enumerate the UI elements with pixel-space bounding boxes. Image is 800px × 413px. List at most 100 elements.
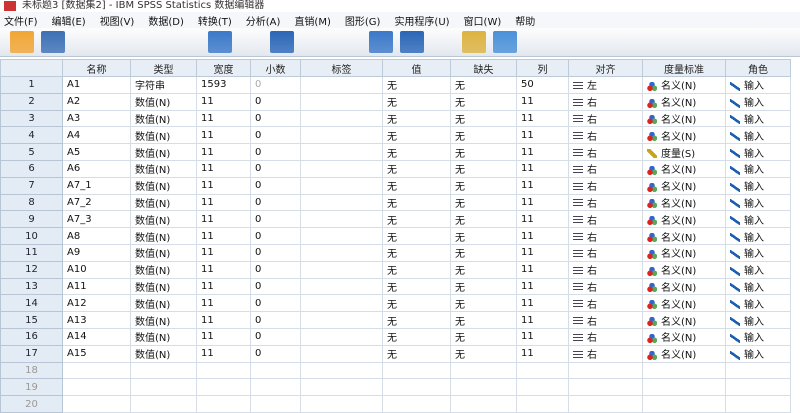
- insert-variable-icon[interactable]: [369, 31, 393, 53]
- row-number[interactable]: 6: [0, 159, 63, 178]
- empty-cell[interactable]: [725, 395, 791, 413]
- menu-item[interactable]: 数据(D): [148, 13, 184, 28]
- row-number[interactable]: 18: [0, 361, 63, 380]
- cell-width[interactable]: 11: [196, 159, 251, 178]
- cell-role[interactable]: 输入: [725, 344, 791, 363]
- select-cases-icon[interactable]: [462, 31, 486, 53]
- cell-cols[interactable]: 11: [516, 176, 569, 195]
- cell-type[interactable]: 数值(N): [130, 344, 197, 363]
- cell-name[interactable]: A9: [62, 243, 131, 262]
- empty-cell[interactable]: [450, 378, 517, 397]
- cell-label[interactable]: [300, 126, 383, 145]
- cell-measure[interactable]: 名义(N): [642, 294, 726, 313]
- cell-align[interactable]: 右: [568, 344, 643, 363]
- cell-cols[interactable]: 11: [516, 193, 569, 212]
- empty-cell[interactable]: [568, 378, 643, 397]
- menu-item[interactable]: 直销(M): [294, 13, 330, 28]
- spelling-icon[interactable]: [586, 31, 610, 53]
- row-number[interactable]: 9: [0, 210, 63, 229]
- cell-dec[interactable]: 0: [250, 92, 301, 111]
- show-all-icon[interactable]: [555, 31, 579, 53]
- empty-cell[interactable]: [196, 378, 251, 397]
- cell-type[interactable]: 数值(N): [130, 109, 197, 128]
- cell-measure[interactable]: 名义(N): [642, 92, 726, 111]
- dialog-recall-icon[interactable]: [109, 31, 133, 53]
- empty-cell[interactable]: [516, 361, 569, 380]
- cell-measure[interactable]: 名义(N): [642, 210, 726, 229]
- cell-align[interactable]: 右: [568, 243, 643, 262]
- row-number[interactable]: 13: [0, 277, 63, 296]
- cell-width[interactable]: 11: [196, 327, 251, 346]
- cell-label[interactable]: [300, 227, 383, 245]
- cell-role[interactable]: 输入: [725, 143, 791, 161]
- variables-icon[interactable]: [270, 31, 294, 53]
- weight-cases-icon[interactable]: [431, 31, 455, 53]
- row-number[interactable]: 4: [0, 126, 63, 145]
- cell-type[interactable]: 数值(N): [130, 327, 197, 346]
- row-number[interactable]: 16: [0, 327, 63, 346]
- empty-cell[interactable]: [642, 361, 726, 380]
- cell-type[interactable]: 数值(N): [130, 277, 197, 296]
- cell-measure[interactable]: 名义(N): [642, 76, 726, 94]
- cell-measure[interactable]: 名义(N): [642, 126, 726, 145]
- find-icon[interactable]: [307, 31, 331, 53]
- menu-item[interactable]: 编辑(E): [52, 13, 86, 28]
- cell-name[interactable]: A4: [62, 126, 131, 145]
- cell-role[interactable]: 输入: [725, 126, 791, 145]
- cell-name[interactable]: A13: [62, 311, 131, 329]
- cell-label[interactable]: [300, 143, 383, 161]
- cell-missing[interactable]: 无: [450, 109, 517, 128]
- redo-icon[interactable]: [171, 31, 195, 53]
- cell-align[interactable]: 右: [568, 159, 643, 178]
- cell-name[interactable]: A11: [62, 277, 131, 296]
- cell-cols[interactable]: 11: [516, 159, 569, 178]
- cell-missing[interactable]: 无: [450, 193, 517, 212]
- cell-name[interactable]: A8: [62, 227, 131, 245]
- empty-cell[interactable]: [62, 378, 131, 397]
- save-icon[interactable]: [41, 31, 65, 53]
- empty-cell[interactable]: [250, 395, 301, 413]
- cell-dec[interactable]: 0: [250, 210, 301, 229]
- cell-role[interactable]: 输入: [725, 193, 791, 212]
- column-header[interactable]: 值: [382, 59, 451, 77]
- cell-values[interactable]: 无: [382, 92, 451, 111]
- menu-item[interactable]: 视图(V): [100, 13, 135, 28]
- undo-icon[interactable]: [140, 31, 164, 53]
- cell-measure[interactable]: 名义(N): [642, 344, 726, 363]
- menu-item[interactable]: 文件(F): [4, 13, 38, 28]
- empty-cell[interactable]: [300, 395, 383, 413]
- cell-type[interactable]: 数值(N): [130, 159, 197, 178]
- cell-cols[interactable]: 11: [516, 277, 569, 296]
- cell-values[interactable]: 无: [382, 126, 451, 145]
- cell-align[interactable]: 左: [568, 76, 643, 94]
- cell-role[interactable]: 输入: [725, 210, 791, 229]
- cell-label[interactable]: [300, 193, 383, 212]
- column-header[interactable]: 角色: [725, 59, 791, 77]
- empty-cell[interactable]: [642, 395, 726, 413]
- cell-values[interactable]: 无: [382, 277, 451, 296]
- goto-variable-icon[interactable]: [239, 31, 263, 53]
- cell-name[interactable]: A3: [62, 109, 131, 128]
- cell-values[interactable]: 无: [382, 193, 451, 212]
- cell-width[interactable]: 1593: [196, 76, 251, 94]
- empty-cell[interactable]: [300, 361, 383, 380]
- cell-align[interactable]: 右: [568, 176, 643, 195]
- empty-cell[interactable]: [382, 361, 451, 380]
- cell-align[interactable]: 右: [568, 294, 643, 313]
- cell-cols[interactable]: 50: [516, 76, 569, 94]
- cell-role[interactable]: 输入: [725, 243, 791, 262]
- cell-cols[interactable]: 11: [516, 260, 569, 279]
- empty-cell[interactable]: [250, 378, 301, 397]
- cell-name[interactable]: A15: [62, 344, 131, 363]
- cell-cols[interactable]: 11: [516, 311, 569, 329]
- column-header[interactable]: 名称: [62, 59, 131, 77]
- empty-cell[interactable]: [196, 395, 251, 413]
- cell-align[interactable]: 右: [568, 277, 643, 296]
- menu-item[interactable]: 实用程序(U): [394, 13, 449, 28]
- row-number[interactable]: 11: [0, 243, 63, 262]
- column-header[interactable]: 对齐: [568, 59, 643, 77]
- empty-cell[interactable]: [516, 395, 569, 413]
- empty-cell[interactable]: [725, 378, 791, 397]
- cell-measure[interactable]: 名义(N): [642, 243, 726, 262]
- cell-type[interactable]: 数值(N): [130, 143, 197, 161]
